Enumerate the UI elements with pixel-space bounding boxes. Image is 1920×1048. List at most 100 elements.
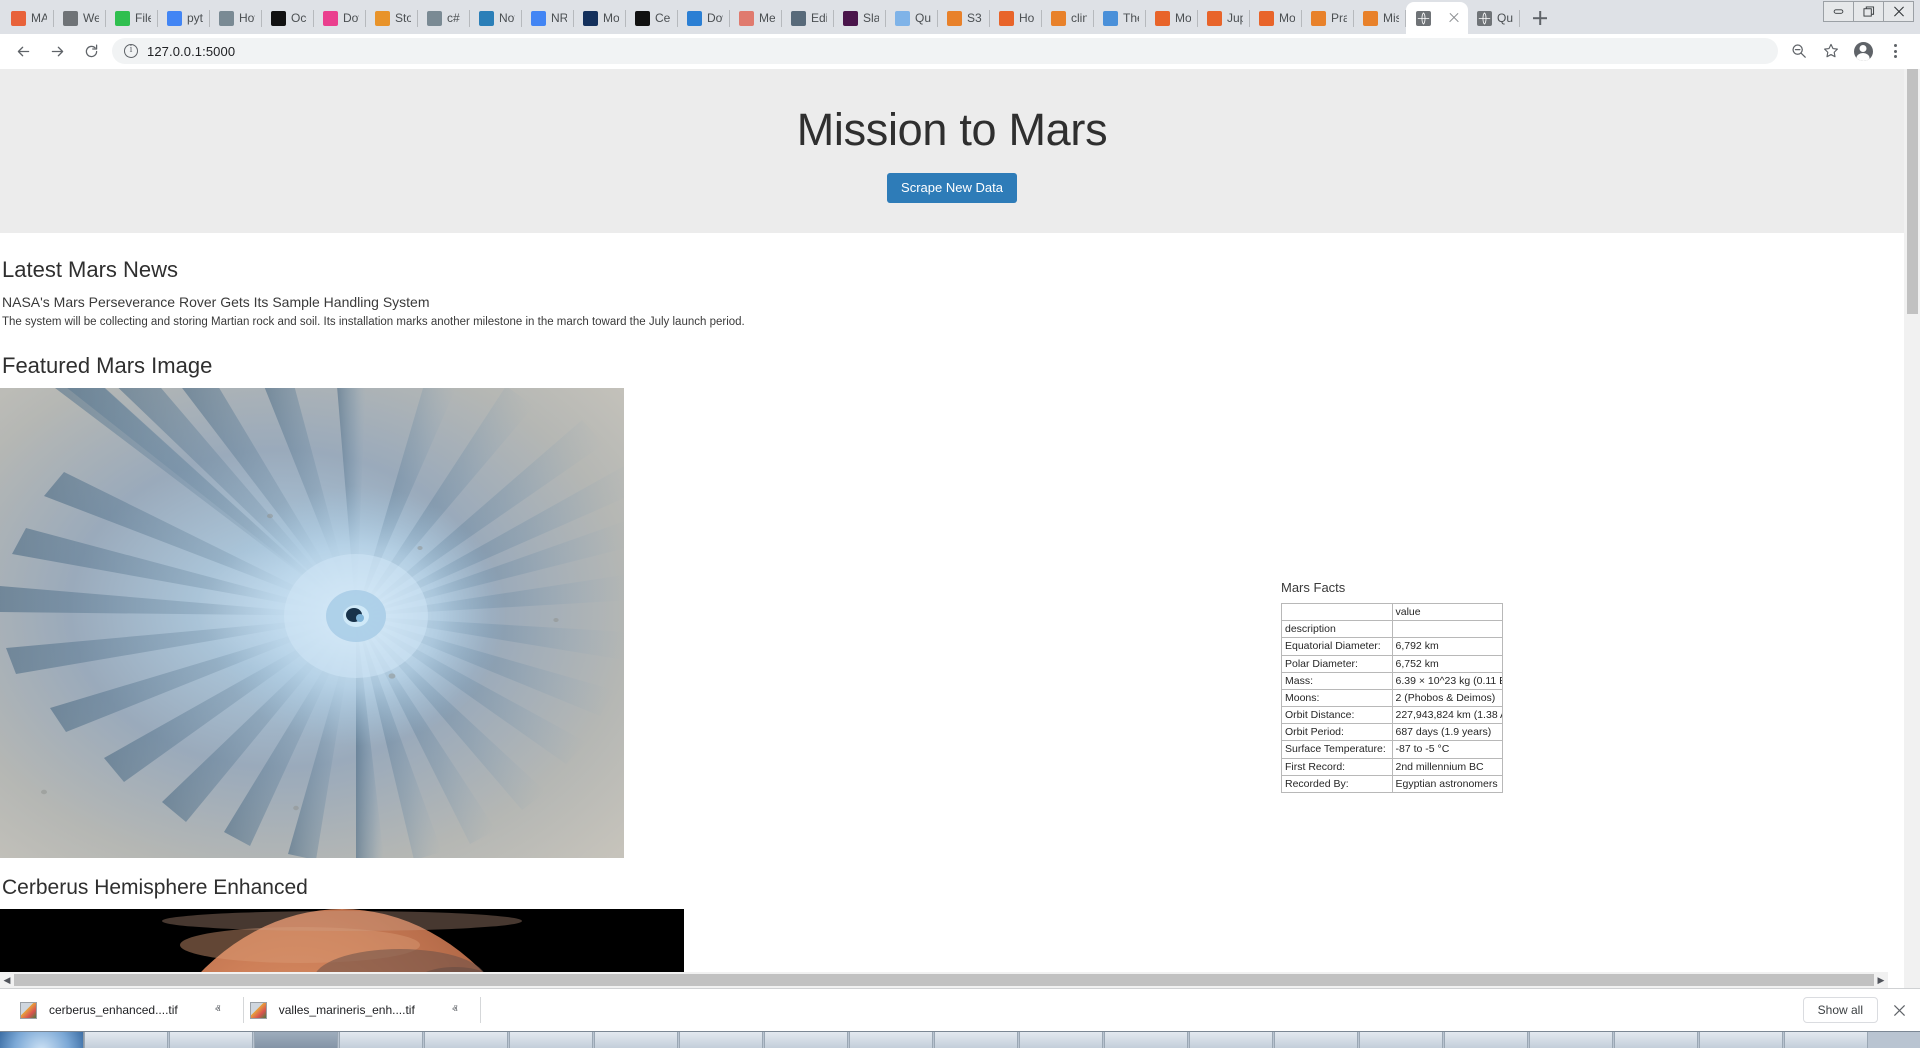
tab-0[interactable]: MA [2,2,54,34]
chrome-menu-button[interactable] [1880,36,1910,66]
download-item-0[interactable]: cerberus_enhanced....tif ⱏ [14,995,244,1025]
scrape-new-data-button[interactable]: Scrape New Data [887,172,1017,203]
tab-1[interactable]: Wel [54,2,106,34]
tab-trailing-label: Qu [1497,11,1513,25]
tab-26[interactable]: Mis [1354,2,1406,34]
chrome-icon [1103,10,1118,26]
taskbar-item[interactable] [594,1032,678,1048]
tab-label: Mer [759,11,775,25]
tab-9[interactable]: Not [470,2,522,34]
tab-trailing[interactable]: Qu [1468,2,1520,34]
coin-icon [583,10,598,26]
taskbar-item[interactable] [1104,1032,1188,1048]
taskbar-item[interactable] [1444,1032,1528,1048]
featured-image-heading: Featured Mars Image [2,352,213,378]
circle-icon [115,10,130,26]
tab-22[interactable]: Mo [1146,2,1198,34]
tab-label: The [1123,11,1139,25]
address-bar[interactable]: 127.0.0.1:5000 [112,38,1778,64]
tab-label: Oce [291,11,307,25]
reload-button[interactable] [74,34,108,68]
forward-button[interactable] [40,34,74,68]
tab-2[interactable]: File [106,2,158,34]
tab-21[interactable]: The [1094,2,1146,34]
book-icon [1311,10,1326,26]
tab-4[interactable]: Hov [210,2,262,34]
tab-17[interactable]: Qui [886,2,938,34]
back-button[interactable] [6,34,40,68]
tab-19[interactable]: Hor [990,2,1042,34]
tab-label: Mis [1383,11,1399,25]
tab-20[interactable]: clin [1042,2,1094,34]
site-info-icon[interactable] [124,44,138,58]
profile-avatar[interactable] [1848,36,1878,66]
taskbar-item[interactable] [1699,1032,1783,1048]
chevron-up-icon[interactable]: ⱏ [212,1004,224,1016]
tab-10[interactable]: NRI [522,2,574,34]
tab-14[interactable]: Mer [730,2,782,34]
taskbar-item[interactable] [424,1032,508,1048]
minimize-button[interactable] [1823,1,1854,22]
bookmark-star-icon[interactable] [1816,36,1846,66]
vertical-scrollbar[interactable] [1904,69,1920,988]
close-downloads-bar-icon[interactable] [1892,1003,1906,1017]
tab-8[interactable]: c# - [418,2,470,34]
tab-11[interactable]: Mo [574,2,626,34]
taskbar-item[interactable] [1359,1032,1443,1048]
taskbar-item[interactable] [254,1032,338,1048]
tab-12[interactable]: Cer [626,2,678,34]
scroll-right-arrow[interactable]: ▶ [1874,972,1888,988]
taskbar-item[interactable] [679,1032,763,1048]
tab-label: pyt [187,11,203,25]
show-all-downloads-button[interactable]: Show all [1802,997,1878,1023]
tab-16[interactable]: Slac [834,2,886,34]
taskbar-item[interactable] [1614,1032,1698,1048]
tab-18[interactable]: S3 [938,2,990,34]
fact-key: Recorded By: [1281,774,1393,793]
taskbar-item[interactable] [509,1032,593,1048]
chevron-up-icon[interactable]: ⱏ [449,1004,461,1016]
tab-15[interactable]: Edit [782,2,834,34]
horizontal-scroll-thumb[interactable] [14,974,1874,986]
tab-active[interactable] [1406,2,1468,34]
taskbar-item[interactable] [934,1032,1018,1048]
horizontal-scrollbar[interactable]: ◀ ▶ [0,972,1888,988]
fact-value: -87 to -5 °C [1391,740,1503,759]
taskbar-item[interactable] [1274,1032,1358,1048]
start-button[interactable] [0,1032,84,1048]
tab-25[interactable]: Pra [1302,2,1354,34]
taskbar-item[interactable] [1529,1032,1613,1048]
tab-label: Slac [863,11,879,25]
taskbar-item[interactable] [1784,1032,1868,1048]
scroll-left-arrow[interactable]: ◀ [0,972,14,988]
table-row: Polar Diameter: 6,752 km [1281,654,1503,673]
matlab-icon [11,10,26,26]
tab-5[interactable]: Oce [262,2,314,34]
new-tab-button[interactable] [1526,4,1554,32]
spinner-icon [1207,10,1222,26]
taskbar-item[interactable] [169,1032,253,1048]
tab-label: Mo [1175,11,1191,25]
taskbar-item[interactable] [764,1032,848,1048]
url-text: 127.0.0.1:5000 [147,43,236,59]
tab-label: Not [499,11,515,25]
fact-key: Orbit Distance: [1281,706,1393,725]
close-window-button[interactable] [1883,1,1914,22]
zoom-out-icon[interactable] [1784,36,1814,66]
taskbar-item[interactable] [339,1032,423,1048]
vertical-scroll-thumb[interactable] [1907,69,1918,314]
tab-24[interactable]: Mo [1250,2,1302,34]
download-item-1[interactable]: valles_marineris_enh....tif ⱏ [244,995,481,1025]
taskbar-item[interactable] [849,1032,933,1048]
close-icon[interactable] [1447,11,1461,25]
maximize-button[interactable] [1853,1,1884,22]
taskbar-item[interactable] [1019,1032,1103,1048]
tab-13[interactable]: Dow [678,2,730,34]
taskbar-item[interactable] [1189,1032,1273,1048]
taskbar-item[interactable] [84,1032,168,1048]
tab-7[interactable]: Stoi [366,2,418,34]
tab-23[interactable]: Jup [1198,2,1250,34]
tab-6[interactable]: Dov [314,2,366,34]
tab-label: Stoi [395,11,411,25]
tab-3[interactable]: pyt [158,2,210,34]
